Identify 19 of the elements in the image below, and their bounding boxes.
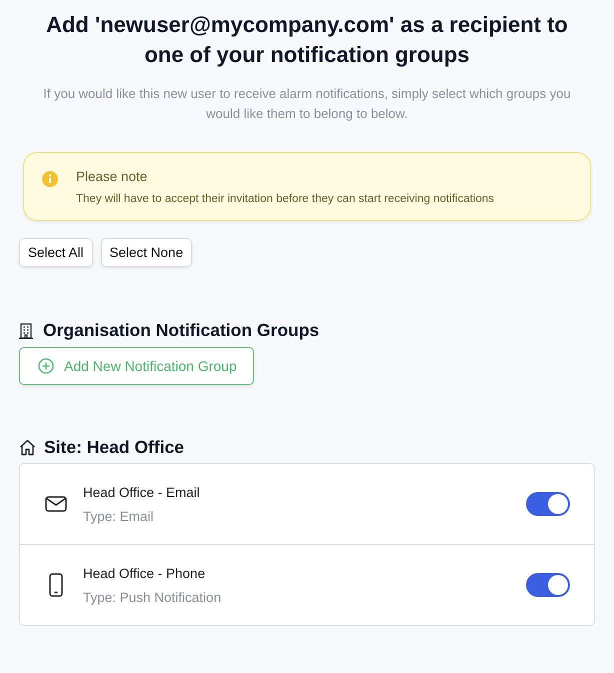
group-name: Head Office - Phone xyxy=(83,566,206,580)
notice-title: Please note xyxy=(76,169,148,184)
info-icon xyxy=(42,171,58,187)
building-icon xyxy=(19,322,33,338)
toggle-switch[interactable] xyxy=(526,573,570,597)
group-type: Type: Push Notification xyxy=(83,590,222,604)
section-heading: Site: Head Office xyxy=(44,437,184,458)
notice-text: They will have to accept their invitation before they can start receiving notifications xyxy=(76,193,494,205)
envelope-icon xyxy=(45,496,67,512)
page-title: Add 'newuser@mycompany.com' as a recipient to one of your notification groups xyxy=(45,11,569,69)
toggle-switch[interactable] xyxy=(526,492,570,516)
group-name: Head Office - Email xyxy=(83,484,201,500)
page-subtitle: If you would like this new user to receive alarm notifications, simply select which groups you would like them to belong to below. xyxy=(42,85,572,123)
group-type: Type: Email xyxy=(83,508,155,524)
select-button[interactable]: Select None xyxy=(100,238,192,267)
section-heading: Organisation Notification Groups xyxy=(43,320,320,341)
plus-circle-icon xyxy=(38,358,54,374)
select-button[interactable]: Select All xyxy=(19,238,93,267)
home-icon xyxy=(19,439,36,456)
